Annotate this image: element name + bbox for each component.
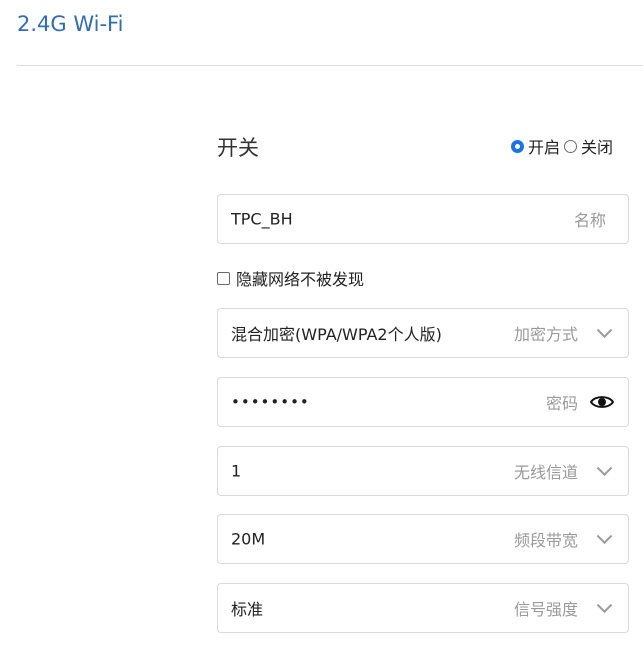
encryption-hint: 加密方式 — [513, 325, 578, 344]
hide-network-row[interactable]: 隐藏网络不被发现 — [217, 266, 364, 290]
section-title: 2.4G Wi-Fi — [17, 12, 124, 36]
password-field[interactable]: •••••••• 密码 — [217, 377, 629, 427]
radio-on-label[interactable]: 开启 — [528, 134, 560, 158]
encryption-value: 混合加密(WPA/WPA2个人版) — [231, 325, 442, 344]
encryption-select[interactable]: 混合加密(WPA/WPA2个人版) 加密方式 — [217, 308, 629, 358]
bandwidth-select[interactable]: 20M 频段带宽 — [217, 514, 629, 564]
signal-value: 标准 — [231, 600, 264, 619]
ssid-hint: 名称 — [573, 211, 606, 230]
channel-value: 1 — [231, 461, 242, 481]
hide-network-label[interactable]: 隐藏网络不被发现 — [236, 266, 364, 290]
channel-select[interactable]: 1 无线信道 — [217, 446, 629, 496]
header-divider — [17, 65, 643, 66]
bandwidth-value: 20M — [231, 529, 266, 549]
channel-hint: 无线信道 — [513, 463, 578, 482]
bandwidth-hint: 频段带宽 — [513, 531, 578, 550]
ssid-value[interactable]: TPC_BH — [231, 210, 293, 229]
password-hint: 密码 — [545, 394, 578, 413]
chevron-down-icon[interactable] — [596, 322, 613, 339]
hide-network-checkbox[interactable] — [217, 271, 230, 285]
wifi-settings-page: 2.4G Wi-Fi 开关 开启 关闭 TPC_BH 名称 隐藏网络不被发现 混… — [0, 0, 643, 645]
radio-off-label[interactable]: 关闭 — [581, 134, 613, 158]
switch-radio-group: 开启 关闭 — [511, 134, 617, 158]
eye-icon[interactable] — [590, 394, 614, 410]
ssid-field[interactable]: TPC_BH 名称 — [217, 194, 629, 244]
radio-on[interactable] — [511, 139, 524, 153]
signal-strength-select[interactable]: 标准 信号强度 — [217, 583, 629, 633]
radio-off[interactable] — [564, 139, 578, 153]
chevron-down-icon[interactable] — [596, 460, 613, 477]
password-value[interactable]: •••••••• — [231, 393, 310, 411]
chevron-down-icon[interactable] — [596, 528, 613, 545]
chevron-down-icon[interactable] — [596, 597, 613, 614]
switch-label: 开关 — [217, 136, 259, 160]
signal-hint: 信号强度 — [513, 600, 578, 619]
